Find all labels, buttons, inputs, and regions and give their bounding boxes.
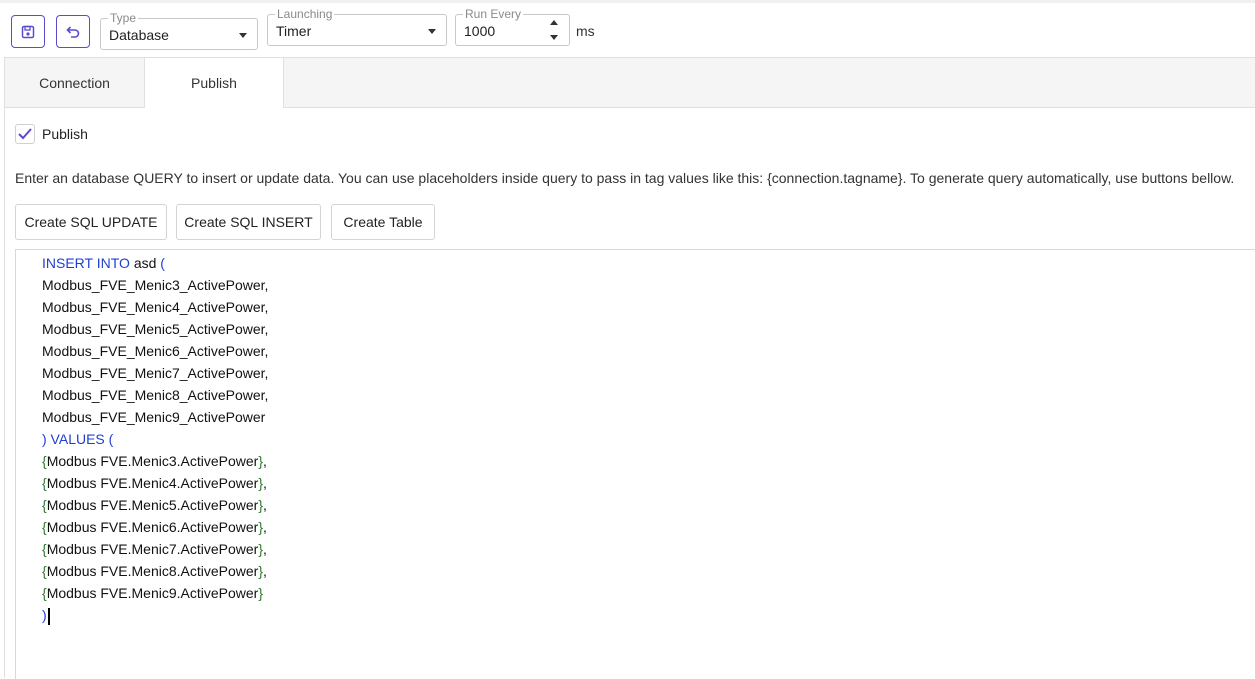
chevron-down-icon [239,33,247,38]
run-every-input[interactable]: Run Every 1000 [455,7,570,46]
publish-checkbox-row: Publish [15,123,88,145]
launching-select[interactable]: Launching Timer [267,7,447,46]
content-panel: Connection Publish Publish Enter an data… [4,57,1255,679]
code-tag: Modbus FVE.Menic3.ActivePower [46,453,259,469]
undo-icon [66,25,80,38]
code-keyword: INSERT INTO [42,255,130,271]
code-tag: Modbus FVE.Menic7.ActivePower [46,541,259,557]
code-suffix: , [263,563,267,579]
chevron-down-icon [428,29,436,34]
type-value: Database [109,27,169,43]
code-line: Modbus_FVE_Menic7_ActivePower, [42,365,269,381]
save-button[interactable] [11,15,45,48]
tab-connection[interactable]: Connection [5,58,144,107]
code-suffix: , [263,475,267,491]
launching-value: Timer [276,23,312,39]
code-line: ) [42,604,268,626]
publish-checkbox[interactable] [15,124,35,144]
launching-label: Launching [275,7,335,21]
code-line: ) VALUES ( [42,431,114,447]
toolbar: Type Database Launching Timer Run Every … [0,0,1255,55]
code-line: Modbus_FVE_Menic9_ActivePower [42,409,266,425]
code-suffix: , [263,453,267,469]
check-icon [18,128,32,140]
query-description: Enter an database QUERY to insert or upd… [15,170,1235,186]
text-cursor [47,607,50,625]
save-icon [21,25,35,38]
code-paren: ) [42,607,47,623]
code-line: Modbus_FVE_Menic8_ActivePower, [42,387,269,403]
create-sql-insert-button[interactable]: Create SQL INSERT [176,204,321,240]
code-tag: Modbus FVE.Menic6.ActivePower [46,519,259,535]
code-content: INSERT INTO asd ( Modbus_FVE_Menic3_Activ… [42,252,268,626]
code-line: {Modbus FVE.Menic4.ActivePower}, [42,475,267,491]
code-line: INSERT INTO asd ( [42,252,268,274]
code-tag: Modbus FVE.Menic9.ActivePower [46,585,259,601]
type-select[interactable]: Type Database [100,11,258,50]
code-line: {Modbus FVE.Menic8.ActivePower}, [42,563,267,579]
code-table-name: asd [133,255,157,271]
run-every-value: 1000 [464,23,496,39]
increment-icon[interactable] [550,20,558,25]
code-tag: Modbus FVE.Menic8.ActivePower [46,563,259,579]
tab-bar: Connection Publish [5,57,1255,108]
code-line: {Modbus FVE.Menic9.ActivePower} [42,585,264,601]
code-tag: Modbus FVE.Menic5.ActivePower [46,497,259,513]
code-line: Modbus_FVE_Menic4_ActivePower, [42,299,269,315]
publish-checkbox-label: Publish [42,126,88,142]
type-label: Type [108,11,139,25]
code-line: {Modbus FVE.Menic6.ActivePower}, [42,519,267,535]
run-every-label: Run Every [463,7,524,21]
code-line: {Modbus FVE.Menic5.ActivePower}, [42,497,267,513]
tab-publish[interactable]: Publish [144,58,284,108]
code-line: Modbus_FVE_Menic5_ActivePower, [42,321,269,337]
code-tag: Modbus FVE.Menic4.ActivePower [46,475,259,491]
code-paren: ( [160,255,165,271]
undo-button[interactable] [56,15,90,48]
decrement-icon[interactable] [550,35,558,40]
code-line: {Modbus FVE.Menic7.ActivePower}, [42,541,267,557]
create-sql-update-button[interactable]: Create SQL UPDATE [15,204,167,240]
code-line: Modbus_FVE_Menic6_ActivePower, [42,343,269,359]
code-suffix: , [263,541,267,557]
code-suffix: , [263,497,267,513]
create-table-button[interactable]: Create Table [331,204,435,240]
code-line: Modbus_FVE_Menic3_ActivePower, [42,277,269,293]
run-every-unit: ms [576,23,595,39]
code-line: {Modbus FVE.Menic3.ActivePower}, [42,453,267,469]
query-editor[interactable]: INSERT INTO asd ( Modbus_FVE_Menic3_Activ… [15,249,1255,679]
code-suffix: , [263,519,267,535]
